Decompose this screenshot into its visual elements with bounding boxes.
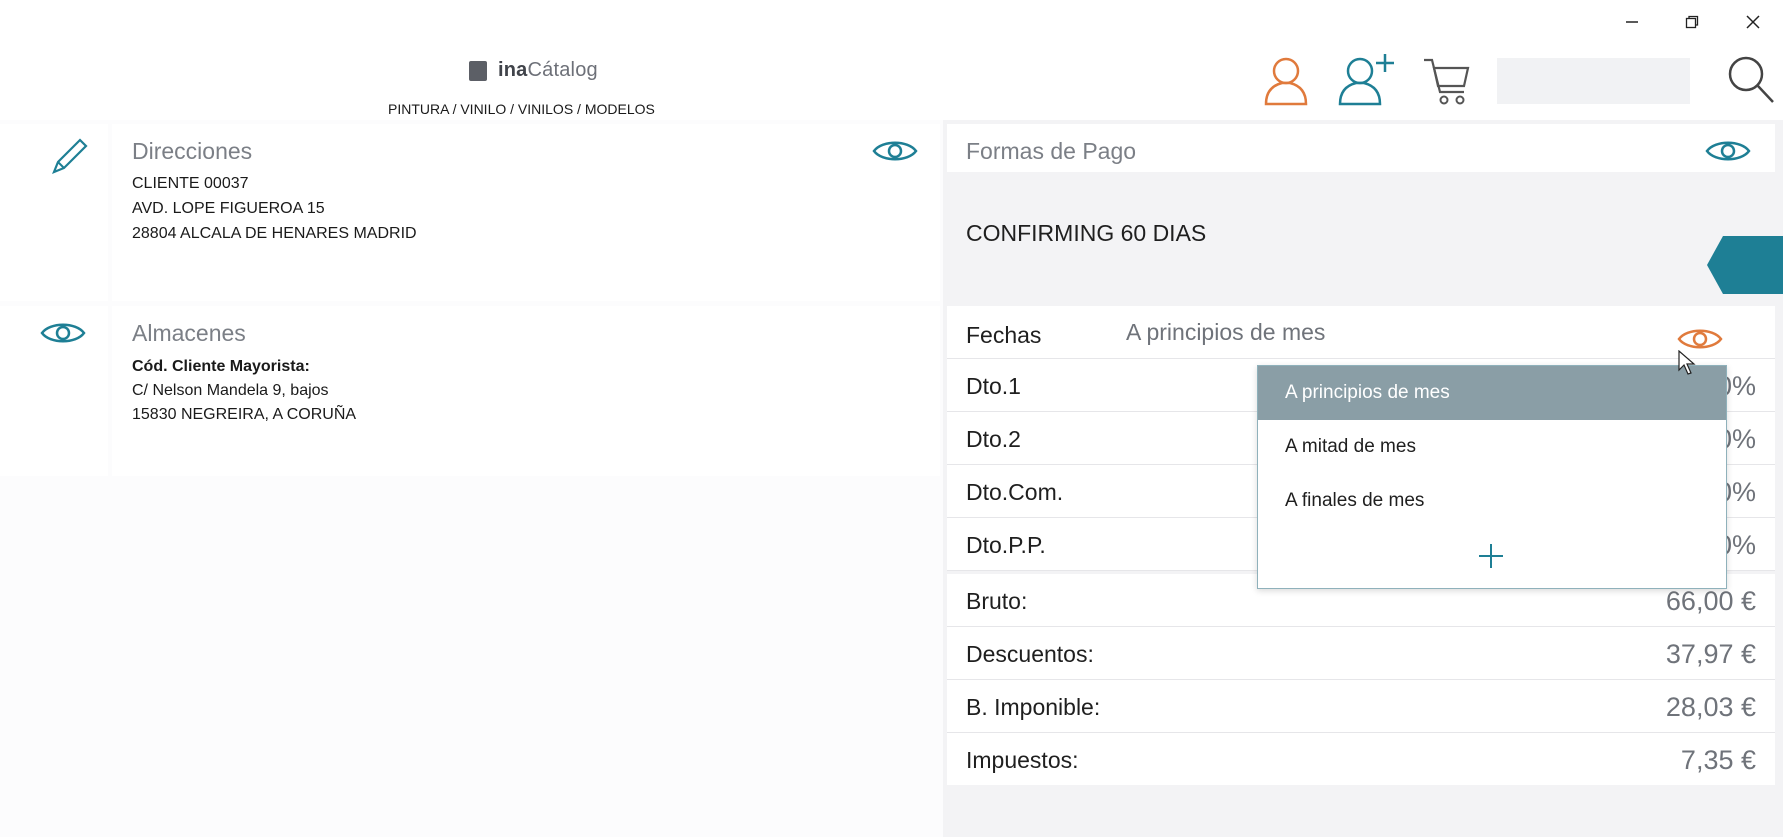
dropdown-option[interactable]: A finales de mes xyxy=(1258,474,1726,528)
formas-pago-title: Formas de Pago xyxy=(966,138,1137,164)
pencil-icon xyxy=(52,138,88,174)
cursor-icon xyxy=(1678,349,1696,375)
dropdown-option[interactable]: A mitad de mes xyxy=(1258,420,1726,474)
user-button[interactable] xyxy=(1262,54,1310,111)
app-logo: inaCátalog xyxy=(498,59,598,81)
direcciones-edit-cell xyxy=(0,124,108,301)
eye-icon xyxy=(40,323,86,343)
total-label: Descuentos: xyxy=(966,641,1094,667)
expand-tab[interactable] xyxy=(1707,236,1783,299)
formas-pago-body: CONFIRMING 60 DIAS xyxy=(947,172,1783,294)
total-value: 28,03 € xyxy=(1665,692,1756,722)
almacenes-line: C/ Nelson Mandela 9, bajos xyxy=(132,382,329,399)
cart-icon xyxy=(1424,58,1470,105)
total-value: 37,97 € xyxy=(1665,639,1756,669)
total-label: Impuestos: xyxy=(966,747,1079,773)
fechas-row: Fechas A principios de mes xyxy=(947,306,1775,359)
almacenes-panel: Almacenes Cód. Cliente Mayorista: C/ Nel… xyxy=(112,306,940,476)
almacenes-line: 15830 NEGREIRA, A CORUÑA xyxy=(132,406,357,423)
direcciones-line: AVD. LOPE FIGUEROA 15 xyxy=(132,200,325,217)
total-row: Impuestos: 7,35 € xyxy=(947,733,1775,785)
fechas-label: Fechas xyxy=(966,322,1042,348)
total-label: Bruto: xyxy=(966,588,1028,614)
total-label: B. Imponible: xyxy=(966,694,1101,720)
arrow-tab-icon xyxy=(1707,236,1783,294)
add-user-icon xyxy=(1338,54,1394,106)
plus-icon xyxy=(1479,544,1503,568)
minimize-button[interactable] xyxy=(1612,8,1652,36)
edit-direcciones-button[interactable] xyxy=(48,136,88,183)
total-value: 66,00 € xyxy=(1665,586,1756,616)
search-input[interactable] xyxy=(1497,58,1690,104)
eye-icon xyxy=(872,141,918,161)
cart-button[interactable] xyxy=(1422,56,1472,111)
direcciones-line: CLIENTE 00037 xyxy=(132,175,249,192)
mouse-cursor xyxy=(1678,349,1698,381)
direcciones-title: Direcciones xyxy=(132,138,253,164)
add-option-button[interactable] xyxy=(1477,542,1505,575)
fechas-select[interactable]: A principios de mes xyxy=(1126,319,1325,346)
discount-label: Dto.P.P. xyxy=(966,532,1046,558)
eye-icon xyxy=(1705,141,1751,161)
direcciones-panel: Direcciones CLIENTE 00037 AVD. LOPE FIGU… xyxy=(112,124,940,301)
discount-label: Dto.1 xyxy=(966,373,1021,399)
total-row: B. Imponible: 28,03 € xyxy=(947,680,1775,733)
logo-mark xyxy=(469,61,487,81)
fechas-dropdown: A principios de mes A mitad de mes A fin… xyxy=(1257,365,1727,589)
almacenes-code-label: Cód. Cliente Mayorista: xyxy=(132,358,310,375)
dropdown-option[interactable]: A principios de mes xyxy=(1258,366,1726,420)
view-direcciones-button[interactable] xyxy=(872,136,918,171)
formas-pago-header: Formas de Pago xyxy=(947,124,1775,172)
discount-label: Dto.2 xyxy=(966,426,1021,452)
search-button[interactable] xyxy=(1726,54,1776,111)
restore-button[interactable] xyxy=(1672,8,1712,36)
view-almacenes-button[interactable] xyxy=(40,318,86,353)
minimize-icon xyxy=(1626,21,1638,23)
restore-icon xyxy=(1685,15,1699,29)
total-row: Descuentos: 37,97 € xyxy=(947,627,1775,680)
formas-pago-value[interactable]: CONFIRMING 60 DIAS xyxy=(966,220,1206,247)
discount-label: Dto.Com. xyxy=(966,479,1064,505)
direcciones-line: 28804 ALCALA DE HENARES MADRID xyxy=(132,225,417,242)
close-button[interactable] xyxy=(1733,8,1773,36)
total-value: 7,35 € xyxy=(1680,745,1756,775)
user-icon xyxy=(1264,57,1308,106)
app-header: inaCátalog PINTURA / VINILO / VINILOS / … xyxy=(0,0,1783,120)
close-icon xyxy=(1746,15,1760,29)
breadcrumb[interactable]: PINTURA / VINILO / VINILOS / MODELOS xyxy=(388,101,655,117)
view-formas-pago-button[interactable] xyxy=(1705,136,1751,171)
almacenes-view-cell xyxy=(0,306,108,476)
search-icon xyxy=(1728,56,1774,103)
add-user-button[interactable] xyxy=(1338,52,1396,111)
almacenes-title: Almacenes xyxy=(132,320,246,346)
